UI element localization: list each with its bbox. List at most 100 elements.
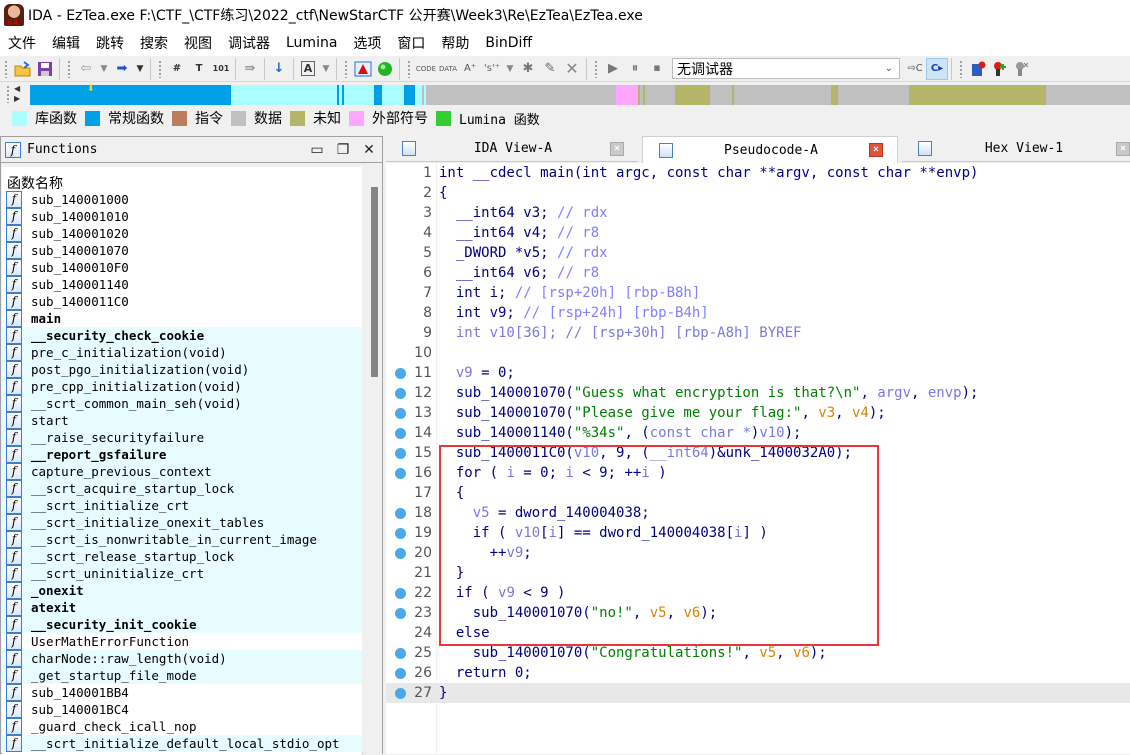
- code-line[interactable]: 11 v9 = 0;: [386, 363, 1130, 383]
- remove-breakpoint-icon[interactable]: [1011, 58, 1033, 80]
- pseudocode-icon[interactable]: C▸: [926, 57, 948, 80]
- function-list-item[interactable]: f _guard_check_icall_nop: [2, 718, 362, 735]
- nav-segment[interactable]: [709, 85, 733, 105]
- rename-icon[interactable]: ✎: [539, 58, 561, 80]
- make-code-icon[interactable]: CODE: [415, 58, 437, 80]
- code-line[interactable]: 27}: [386, 683, 1130, 703]
- stop-process-icon[interactable]: ⏹: [646, 58, 668, 80]
- function-list-item[interactable]: f __security_init_cookie: [2, 616, 362, 633]
- function-list-item[interactable]: f sub_140001070: [2, 242, 362, 259]
- maximize-icon[interactable]: ▭: [304, 142, 330, 158]
- function-list-item[interactable]: f pre_c_initialization(void): [2, 344, 362, 361]
- breakpoint-dot-icon[interactable]: [395, 388, 406, 399]
- nav-left-arrow-icon[interactable]: ◀: [14, 84, 26, 94]
- breakpoint-dot-icon[interactable]: [395, 588, 406, 599]
- code-line[interactable]: 4 __int64 v4; // r8: [386, 223, 1130, 243]
- close-tab-icon[interactable]: ×: [610, 141, 624, 156]
- breakpoint-dot-icon[interactable]: [395, 648, 406, 659]
- menu-file[interactable]: 文件: [0, 33, 44, 53]
- jump-icon[interactable]: ↓: [268, 58, 290, 80]
- nav-segment[interactable]: [373, 85, 383, 105]
- start-process-icon[interactable]: ▶: [602, 58, 624, 80]
- navbar-scroll-arrows[interactable]: ◀ ▶: [14, 84, 26, 104]
- code-line[interactable]: 25 sub_140001070("Congratulations!", v5,…: [386, 643, 1130, 663]
- breakpoint-dot-icon[interactable]: [395, 368, 406, 379]
- code-line[interactable]: 2{: [386, 183, 1130, 203]
- code-line[interactable]: 3 __int64 v3; // rdx: [386, 203, 1130, 223]
- function-list-item[interactable]: f __scrt_common_main_seh(void): [2, 395, 362, 412]
- menu-options[interactable]: 选项: [345, 33, 389, 53]
- nav-segment[interactable]: [30, 85, 232, 105]
- menu-bindiff[interactable]: BinDiff: [477, 35, 540, 51]
- code-line[interactable]: 26 return 0;: [386, 663, 1130, 683]
- function-list-item[interactable]: f __raise_securityfailure: [2, 429, 362, 446]
- open-icon[interactable]: [12, 58, 34, 80]
- function-list-item[interactable]: f __scrt_is_nonwritable_in_current_image: [2, 531, 362, 548]
- function-list-item[interactable]: f post_pgo_initialization(void): [2, 361, 362, 378]
- function-list-item[interactable]: f __scrt_uninitialize_crt: [2, 565, 362, 582]
- function-list-item[interactable]: f sub_140001010: [2, 208, 362, 225]
- function-list-item[interactable]: f __scrt_acquire_startup_lock: [2, 480, 362, 497]
- back-icon[interactable]: ⇦: [75, 58, 97, 80]
- toolbar-grip[interactable]: [959, 59, 963, 78]
- code-line[interactable]: 1 int __cdecl main(int argc, const char *…: [386, 163, 1130, 183]
- breakpoint-dot-icon[interactable]: [395, 508, 406, 519]
- tab-hex-view-1[interactable]: Hex View-1 ×: [902, 136, 1130, 162]
- restore-icon[interactable]: ❐: [330, 142, 356, 158]
- forward-dropdown-icon[interactable]: ▼: [133, 58, 147, 80]
- nav-segment[interactable]: [1046, 85, 1130, 105]
- function-list-item[interactable]: f sub_1400010F0: [2, 259, 362, 276]
- toolbar-grip[interactable]: [344, 59, 348, 78]
- decompile-icon[interactable]: ⇨C: [904, 58, 926, 80]
- text-view-dropdown-icon[interactable]: ▼: [319, 58, 333, 80]
- breakpoint-dot-icon[interactable]: [395, 688, 406, 699]
- function-list-item[interactable]: f main: [2, 310, 362, 327]
- code-line[interactable]: 16 for ( i = 0; i < 9; ++i ): [386, 463, 1130, 483]
- code-line[interactable]: 21 }: [386, 563, 1130, 583]
- tab-pseudocode-a[interactable]: Pseudocode-A ×: [642, 136, 898, 163]
- code-line[interactable]: 8 int v9; // [rsp+24h] [rbp-B4h]: [386, 303, 1130, 323]
- scrollbar-thumb[interactable]: [371, 187, 378, 377]
- code-line[interactable]: 17 {: [386, 483, 1130, 503]
- run-green-icon[interactable]: [374, 58, 396, 80]
- menu-debugger[interactable]: 调试器: [220, 33, 278, 53]
- nav-segment[interactable]: [837, 85, 910, 105]
- function-list-item[interactable]: f _get_startup_file_mode: [2, 667, 362, 684]
- function-list-item[interactable]: f UserMathErrorFunction: [2, 633, 362, 650]
- function-list-item[interactable]: f sub_1400011C0: [2, 293, 362, 310]
- breakpoint-dot-icon[interactable]: [395, 668, 406, 679]
- function-list-item[interactable]: f sub_140001020: [2, 225, 362, 242]
- save-icon[interactable]: [34, 58, 56, 80]
- nav-segment[interactable]: [404, 85, 415, 105]
- function-list-item[interactable]: f __scrt_release_startup_lock: [2, 548, 362, 565]
- code-line[interactable]: 20 ++v9;: [386, 543, 1130, 563]
- menu-view[interactable]: 视图: [176, 33, 220, 53]
- navbar-grip[interactable]: [6, 85, 10, 103]
- make-ascii-icon[interactable]: A⁺: [459, 58, 481, 80]
- nav-segment[interactable]: [734, 85, 832, 105]
- nav-segment[interactable]: [615, 85, 639, 105]
- pause-process-icon[interactable]: ⏸: [624, 58, 646, 80]
- add-breakpoint-icon[interactable]: [989, 58, 1011, 80]
- nav-segment[interactable]: [382, 85, 405, 105]
- toolbar-grip[interactable]: [407, 59, 411, 78]
- nav-segment[interactable]: [909, 85, 1047, 105]
- nav-right-arrow-icon[interactable]: ▶: [14, 94, 26, 104]
- breakpoint-dot-icon[interactable]: [395, 448, 406, 459]
- nav-segment[interactable]: [644, 85, 675, 105]
- menu-lumina[interactable]: Lumina: [278, 35, 345, 51]
- back-dropdown-icon[interactable]: ▼: [97, 58, 111, 80]
- code-line[interactable]: 10: [386, 343, 1130, 363]
- code-line[interactable]: 22 if ( v9 < 9 ): [386, 583, 1130, 603]
- function-list-item[interactable]: f _onexit: [2, 582, 362, 599]
- breakpoint-dot-icon[interactable]: [395, 528, 406, 539]
- make-string-icon[interactable]: 's'⁺: [481, 58, 503, 80]
- navigation-band[interactable]: ◀ ▶ ⬇: [0, 82, 1130, 106]
- code-line[interactable]: 13 sub_140001070("Please give me your fl…: [386, 403, 1130, 423]
- text-view-icon[interactable]: A: [297, 58, 319, 80]
- search-text-icon[interactable]: T: [188, 58, 210, 80]
- breakpoint-dot-icon[interactable]: [395, 408, 406, 419]
- menu-windows[interactable]: 窗口: [389, 33, 433, 53]
- code-line[interactable]: 19 if ( v10[i] == dword_140004038[i] ): [386, 523, 1130, 543]
- function-list-item[interactable]: f sub_140001140: [2, 276, 362, 293]
